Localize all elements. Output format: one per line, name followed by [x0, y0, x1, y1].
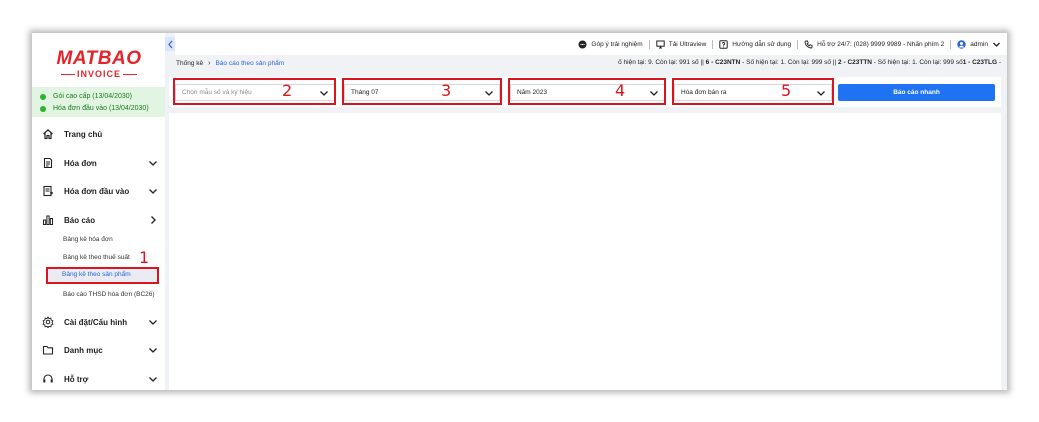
user-guide-link[interactable]: Hướng dẫn sử dụng — [719, 39, 792, 49]
submenu-item-bc26-report[interactable]: Báo cáo THSD hóa đơn (BC26) — [63, 291, 155, 298]
ticker-series: 2 - C23TTN — [838, 59, 872, 66]
download-label: Tải Ultraview — [668, 40, 707, 48]
phone-icon — [804, 40, 813, 49]
collapse-sidebar-button[interactable] — [165, 37, 175, 51]
divider — [648, 39, 650, 49]
sidebar-item-invoice[interactable]: Hóa đơn — [41, 153, 159, 173]
sidebar-item-catalog[interactable]: Danh mục — [41, 340, 159, 360]
chat-icon — [578, 40, 587, 49]
breadcrumb-separator-icon: › — [208, 59, 211, 67]
brand-logo[interactable]: MATBAO INVOICE — [54, 48, 144, 80]
input-invoice-icon — [41, 185, 54, 198]
sidebar-item-label: Trang chủ — [64, 129, 103, 139]
divider — [950, 39, 952, 49]
subscription-status: Gói cao cấp (13/04/2030) Hóa đơn đầu vào… — [32, 87, 165, 117]
user-name: admin — [970, 40, 988, 48]
guide-label: Hướng dẫn sử dụng — [732, 40, 792, 48]
ticker-series: 6 - C23NTN — [705, 59, 741, 66]
highlight-box-5 — [672, 78, 834, 105]
highlight-box-4 — [508, 78, 666, 105]
sidebar-item-label: Báo cáo — [64, 215, 96, 225]
user-menu[interactable]: admin — [957, 39, 1001, 49]
sidebar: MATBAO INVOICE Gói cao cấp (13/04/2030) … — [32, 33, 165, 390]
chart-icon — [41, 214, 54, 227]
ticker-text: - Số hiện tại: 1. Còn lại: 999 số || — [740, 59, 839, 66]
sidebar-item-label: Hỗ trợ — [64, 374, 89, 384]
top-header: Góp ý trải nghiệm Tải Ultraview Hướng dẫ… — [175, 33, 1007, 55]
annotation-number-1: 1 — [139, 248, 150, 267]
annotation-number-2: 2 — [282, 81, 293, 100]
sidebar-item-label: Cài đặt/Cấu hình — [64, 317, 128, 327]
highlight-box-3 — [342, 78, 502, 105]
divider — [712, 39, 714, 49]
annotation-number-4: 4 — [615, 81, 626, 100]
highlight-box-2 — [173, 78, 336, 105]
divider — [797, 39, 799, 49]
submenu-item-tax-rate-list[interactable]: Bảng kê theo thuế suất — [63, 254, 130, 261]
home-icon — [41, 128, 54, 141]
chevron-down-icon — [992, 40, 1001, 49]
feedback-label: Góp ý trải nghiệm — [591, 40, 643, 48]
ticker-text: - Số hiện tại: 1. Còn lại: 999 số — [872, 59, 963, 66]
annotation-number-5: 5 — [781, 81, 792, 100]
folder-icon — [41, 344, 54, 357]
sidebar-item-settings[interactable]: Cài đặt/Cấu hình — [41, 312, 159, 332]
monitor-icon — [656, 40, 665, 49]
sidebar-item-home[interactable]: Trang chủ — [41, 124, 159, 144]
chevron-down-icon[interactable] — [147, 344, 159, 356]
chevron-down-icon[interactable] — [147, 157, 159, 169]
feedback-link[interactable]: Góp ý trải nghiệm — [578, 40, 643, 49]
sidebar-item-label: Hóa đơn — [64, 158, 97, 168]
chevron-down-icon[interactable] — [147, 373, 159, 385]
status-line-input-invoice: Hóa đơn đầu vào (13/04/2030) — [40, 103, 165, 115]
ticker-text: ố hiện tại: 9. Còn lại: 991 số || — [618, 59, 706, 66]
sidebar-item-reports[interactable]: Báo cáo — [41, 210, 159, 230]
gear-icon — [41, 316, 54, 329]
status-line-premium: Gói cao cấp (13/04/2030) — [40, 91, 165, 103]
annotation-number-3: 3 — [441, 81, 452, 100]
download-ultraview-link[interactable]: Tải Ultraview — [656, 40, 707, 49]
breadcrumb-current: Báo cáo theo sản phẩm — [215, 59, 285, 67]
chevron-left-icon — [167, 40, 172, 48]
invoice-icon — [41, 157, 54, 170]
brand-logo-top: MATBAO — [56, 48, 142, 69]
help-icon — [719, 39, 728, 49]
quick-report-button[interactable]: Báo cáo nhanh — [838, 84, 995, 101]
sidebar-item-support[interactable]: Hỗ trợ — [41, 369, 159, 389]
sidebar-item-label: Hóa đơn đầu vào — [64, 186, 130, 196]
app-window: MATBAO INVOICE Gói cao cấp (13/04/2030) … — [32, 33, 1007, 390]
avatar — [957, 39, 966, 49]
report-filter-bar: Chọn mẫu số và ký hiệu Tháng 07 Năm 2023… — [169, 77, 1001, 107]
support-hotline[interactable]: Hỗ trợ 24/7: (028) 9999 9989 - Nhấn phím… — [804, 40, 944, 49]
chevron-down-icon[interactable] — [147, 185, 159, 197]
status-label-premium: Gói cao cấp (13/04/2030) — [53, 93, 132, 100]
status-dot-icon — [40, 94, 46, 100]
status-dot-icon — [40, 106, 46, 112]
submenu-item-invoice-list[interactable]: Bảng kê hóa đơn — [63, 236, 113, 243]
ticker-series: 1 - C23TLG — [962, 59, 998, 66]
ticker-text: - — [997, 59, 1001, 66]
breadcrumb-root[interactable]: Thống kê — [176, 60, 203, 67]
highlight-box-1 — [46, 267, 159, 284]
report-content-area — [169, 113, 1001, 390]
invoice-series-ticker: ố hiện tại: 9. Còn lại: 991 số || 6 - C2… — [618, 55, 1001, 71]
brand-logo-bottom: INVOICE — [54, 69, 144, 79]
sidebar-item-label: Danh mục — [64, 345, 103, 355]
headset-icon — [41, 373, 54, 386]
sidebar-item-input-invoice[interactable]: Hóa đơn đầu vào — [41, 181, 159, 201]
chevron-right-icon[interactable] — [147, 214, 159, 226]
support-label: Hỗ trợ 24/7: (028) 9999 9989 - Nhấn phím… — [817, 40, 945, 48]
chevron-down-icon[interactable] — [147, 316, 159, 328]
status-label-input-invoice: Hóa đơn đầu vào (13/04/2030) — [53, 105, 149, 112]
breadcrumb: Thống kê › Báo cáo theo sản phẩm ố hiện … — [175, 55, 1007, 71]
